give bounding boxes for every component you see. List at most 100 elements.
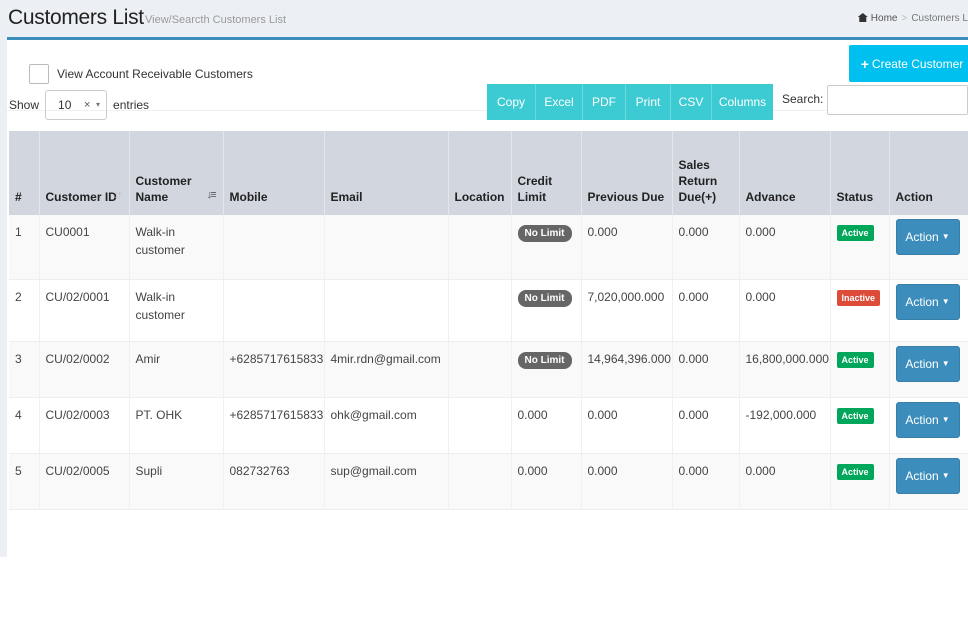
table-row: 4 CU/02/0003 PT. OHK +6285717615833 ohk@gmai… — [9, 397, 968, 454]
row-number: 5 — [9, 453, 40, 510]
search-input[interactable] — [827, 85, 968, 115]
action-label: Action — [905, 356, 939, 371]
column-header[interactable]: Sales Return Due(+) — [672, 131, 740, 215]
mobile-cell: +6285717615833 — [223, 397, 325, 454]
create-customer-button[interactable]: + Create Customer — [849, 45, 968, 82]
table-row: 5 CU/02/0005 Supli 082732763 sup@gmail.com 0.… — [9, 453, 968, 510]
customer-id-cell: CU/02/0002 — [39, 341, 130, 398]
mobile-cell — [223, 215, 325, 280]
action-cell: Action ▼ — [889, 279, 968, 342]
email-cell — [324, 215, 449, 280]
excel-button[interactable]: Excel — [536, 84, 583, 120]
mobile-cell: 082732763 — [223, 453, 325, 510]
action-cell: Action ▼ — [889, 215, 968, 280]
no-limit-badge: No Limit — [517, 351, 572, 369]
page-title: Customers List — [8, 6, 144, 29]
column-header[interactable]: Customer Name ↓≡ — [129, 131, 224, 215]
plus-icon: + — [860, 55, 869, 72]
no-limit-badge: No Limit — [517, 225, 572, 242]
breadcrumb-home[interactable]: Home — [871, 13, 898, 24]
credit-limit-cell: No Limit — [511, 279, 582, 342]
columns-button[interactable]: Columns — [712, 84, 773, 120]
caret-down-icon: ▼ — [941, 358, 950, 368]
previous-due-cell: 0.000 — [581, 215, 673, 280]
entries-value: 10 — [58, 98, 72, 112]
print-button[interactable]: Print — [626, 84, 671, 120]
status-cell: Active — [830, 215, 890, 280]
previous-due-cell: 0.000 — [581, 453, 673, 510]
column-header[interactable]: Previous Due — [581, 131, 673, 215]
csv-button[interactable]: CSV — [671, 84, 712, 120]
receivable-filter[interactable]: View Account Receivable Customers — [29, 64, 253, 84]
receivable-checkbox[interactable] — [29, 64, 49, 84]
search-label: Search: — [782, 92, 824, 106]
location-cell — [448, 397, 512, 454]
clear-icon[interactable]: × — [84, 99, 90, 111]
column-header-label: Customer Name — [135, 174, 192, 204]
page-subtitle: View/Searcth Customers List — [145, 14, 287, 26]
no-limit-badge: No Limit — [517, 289, 572, 307]
customer-name-cell: PT. OHK — [129, 397, 224, 454]
left-gutter — [0, 40, 7, 557]
customer-id-cell: CU/02/0005 — [39, 453, 130, 510]
sort-icon: ↓↑ — [113, 189, 123, 201]
status-badge: Active — [836, 351, 874, 368]
action-label: Action — [905, 412, 939, 427]
status-cell: Active — [830, 397, 890, 454]
column-header[interactable]: Location — [448, 131, 512, 215]
export-buttons: Copy Excel PDF Print CSV Columns — [487, 84, 773, 120]
length-control: Show 10 × ▾ entries — [9, 90, 149, 120]
pdf-button[interactable]: PDF — [583, 84, 626, 120]
email-cell: ohk@gmail.com — [324, 397, 449, 454]
action-dropdown-button[interactable]: Action ▼ — [895, 401, 960, 438]
row-number: 4 — [9, 397, 40, 454]
copy-button[interactable]: Copy — [487, 84, 536, 120]
caret-down-icon: ▼ — [941, 296, 950, 306]
column-header[interactable]: Action — [889, 131, 968, 215]
action-dropdown-button[interactable]: Action ▼ — [895, 283, 960, 320]
action-label: Action — [905, 294, 939, 309]
caret-down-icon: ▼ — [941, 232, 950, 241]
show-label: Show — [9, 98, 40, 112]
action-dropdown-button[interactable]: Action ▼ — [895, 345, 960, 382]
customers-table: # Customer ID ↓↑ Customer Name ↓≡ Mobile E… — [9, 131, 968, 510]
receivable-label: View Account Receivable Customers — [57, 67, 253, 81]
location-cell — [448, 279, 512, 342]
entries-label: entries — [113, 98, 150, 112]
column-header[interactable]: Customer ID ↓↑ — [39, 131, 130, 215]
column-header[interactable]: Mobile — [223, 131, 325, 215]
chevron-down-icon: ▾ — [96, 100, 101, 109]
action-cell: Action ▼ — [889, 453, 968, 510]
column-header[interactable]: Advance — [739, 131, 831, 215]
location-cell — [448, 453, 512, 510]
advance-cell: 16,800,000.000 — [739, 341, 831, 398]
row-number: 2 — [9, 279, 40, 342]
entries-select[interactable]: 10 × ▾ — [45, 90, 108, 120]
breadcrumb-current: Customers L — [911, 13, 968, 24]
action-label: Action — [905, 468, 939, 483]
location-cell — [448, 341, 512, 398]
column-header[interactable]: Status — [830, 131, 890, 215]
customer-id-cell: CU/02/0001 — [39, 279, 130, 342]
breadcrumb: Home > Customers L — [857, 13, 968, 24]
credit-limit-cell: No Limit — [511, 215, 582, 280]
credit-limit-cell: 0.000 — [511, 397, 582, 454]
column-header[interactable]: # — [9, 131, 40, 215]
status-badge: Inactive — [836, 289, 881, 306]
customer-name-cell: Amir — [129, 341, 224, 398]
breadcrumb-separator: > — [901, 13, 908, 24]
row-number: 3 — [9, 341, 40, 398]
previous-due-cell: 14,964,396.000 — [581, 341, 673, 398]
action-dropdown-button[interactable]: Action ▼ — [895, 457, 960, 494]
action-dropdown-button[interactable]: Action ▼ — [895, 219, 960, 255]
column-header[interactable]: Email — [324, 131, 449, 215]
customer-id-cell: CU/02/0003 — [39, 397, 130, 454]
credit-limit-cell: 0.000 — [511, 453, 582, 510]
email-cell: sup@gmail.com — [324, 453, 449, 510]
caret-down-icon: ▼ — [941, 414, 950, 424]
column-header[interactable]: Credit Limit — [511, 131, 582, 215]
sort-desc-icon: ↓≡ — [206, 189, 217, 201]
email-cell: 4mir.rdn@gmail.com — [324, 341, 449, 398]
table-row: 3 CU/02/0002 Amir +6285717615833 4mir.rdn@gm… — [9, 341, 968, 398]
create-customer-label: Create Customer — [871, 56, 964, 71]
